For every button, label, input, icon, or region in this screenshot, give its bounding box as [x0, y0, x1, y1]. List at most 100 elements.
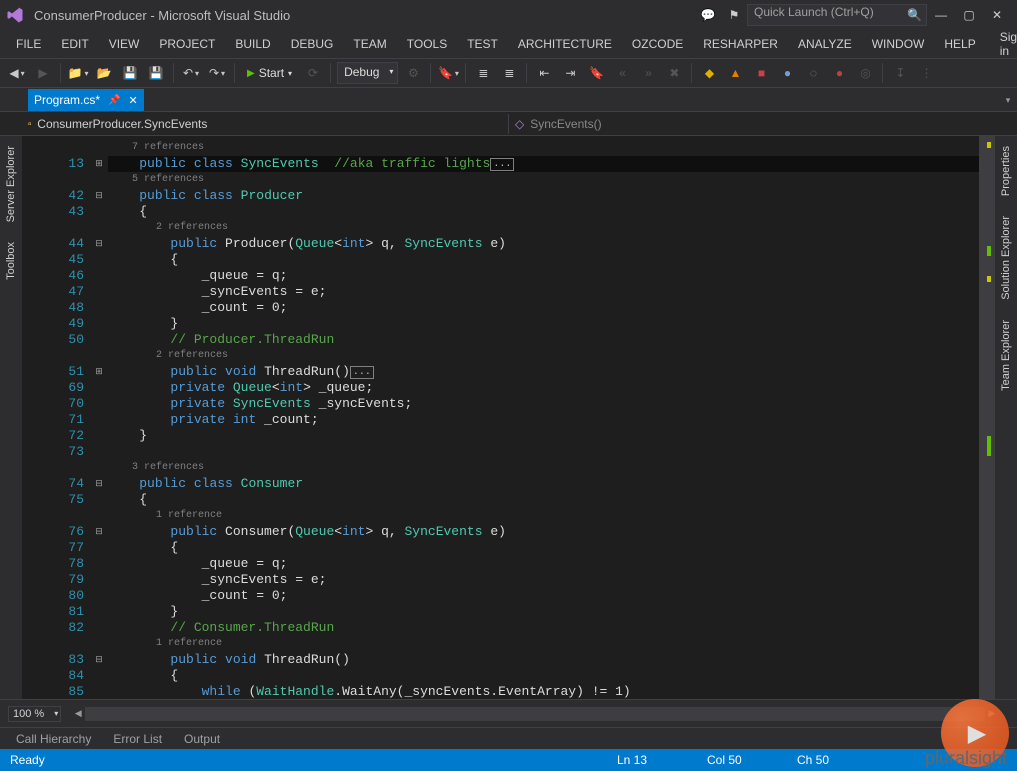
decrease-indent-button[interactable]: ⇤ — [533, 62, 555, 84]
code-viewport[interactable]: 1342434445464748495051697071727374757677… — [22, 136, 995, 699]
code-line[interactable]: public class Consumer — [108, 476, 979, 492]
code-line[interactable]: } — [108, 428, 979, 444]
start-debug-button[interactable]: ▶ Start ▾ — [241, 61, 298, 85]
code-line[interactable]: public class Producer — [108, 188, 979, 204]
rail-properties[interactable]: Properties — [998, 136, 1014, 206]
undo-button[interactable]: ↶ — [180, 62, 202, 84]
code-line[interactable]: public Producer(Queue<int> q, SyncEvents… — [108, 236, 979, 252]
rail-toolbox[interactable]: Toolbox — [3, 232, 19, 290]
bottom-tab-error-list[interactable]: Error List — [103, 730, 172, 748]
bottom-tab-output[interactable]: Output — [174, 730, 230, 748]
code-line[interactable]: private SyncEvents _syncEvents; — [108, 396, 979, 412]
fold-toggle-icon[interactable]: ⊟ — [90, 188, 108, 204]
code-line[interactable]: { — [108, 204, 979, 220]
oz-icon-4[interactable]: ● — [776, 62, 798, 84]
pin-icon[interactable]: 📌 — [108, 95, 120, 106]
increase-indent-button[interactable]: ⇥ — [559, 62, 581, 84]
overview-ruler[interactable] — [979, 136, 995, 699]
zoom-dropdown[interactable]: 100 % — [8, 706, 61, 722]
platform-button[interactable]: ⚙ — [402, 62, 424, 84]
maximize-button[interactable]: ▢ — [955, 4, 983, 26]
code-line[interactable]: public void ThreadRun()... — [108, 364, 979, 380]
fold-toggle-icon[interactable]: ⊟ — [90, 236, 108, 252]
menu-file[interactable]: FILE — [6, 33, 51, 55]
code-line[interactable]: { — [108, 492, 979, 508]
prev-bookmark-button[interactable]: « — [611, 62, 633, 84]
code-line[interactable]: _syncEvents = e; — [108, 284, 979, 300]
codelens-references[interactable]: 2 references — [108, 348, 979, 364]
menu-architecture[interactable]: ARCHITECTURE — [508, 33, 622, 55]
horizontal-scrollbar[interactable]: ◀ ▶ — [71, 706, 999, 722]
rail-team-explorer[interactable]: Team Explorer — [998, 310, 1014, 401]
code-line[interactable]: { — [108, 252, 979, 268]
oz-icon-6[interactable]: ● — [828, 62, 850, 84]
fold-toggle-icon[interactable]: ⊟ — [90, 652, 108, 668]
menu-test[interactable]: TEST — [457, 33, 508, 55]
oz-icon-5[interactable]: ◌ — [802, 62, 824, 84]
oz-icon-7[interactable]: ◎ — [854, 62, 876, 84]
oz-icon-3[interactable]: ■ — [750, 62, 772, 84]
notifications-icon[interactable]: ⚑ — [721, 2, 747, 28]
member-dropdown[interactable]: ◇ SyncEvents() — [509, 113, 995, 135]
fold-toggle-icon[interactable]: ⊟ — [90, 524, 108, 540]
next-bookmark-button[interactable]: » — [637, 62, 659, 84]
menu-team[interactable]: TEAM — [343, 33, 396, 55]
code-line[interactable]: } — [108, 316, 979, 332]
code-line[interactable]: { — [108, 668, 979, 684]
codelens-references[interactable]: 7 references — [108, 140, 979, 156]
menu-build[interactable]: BUILD — [225, 33, 280, 55]
fold-toggle-icon[interactable]: ⊞ — [90, 156, 108, 172]
code-line[interactable]: while (WaitHandle.WaitAny(_syncEvents.Ev… — [108, 684, 979, 699]
code-line[interactable]: // Producer.ThreadRun — [108, 332, 979, 348]
menu-project[interactable]: PROJECT — [149, 33, 225, 55]
active-files-dropdown[interactable]: ▾ — [999, 89, 1017, 111]
comment-button[interactable]: ≣ — [472, 62, 494, 84]
class-dropdown[interactable]: ⬞ ConsumerProducer.SyncEvents — [22, 113, 508, 135]
back-nav-button[interactable]: ◀ — [6, 62, 28, 84]
codelens-references[interactable]: 5 references — [108, 172, 979, 188]
rail-server-explorer[interactable]: Server Explorer — [3, 136, 19, 232]
configuration-dropdown[interactable]: Debug — [337, 62, 398, 84]
code-line[interactable]: _syncEvents = e; — [108, 572, 979, 588]
code-line[interactable]: public Consumer(Queue<int> q, SyncEvents… — [108, 524, 979, 540]
menu-debug[interactable]: DEBUG — [281, 33, 344, 55]
open-file-button[interactable]: 📂 — [93, 62, 115, 84]
document-tab-active[interactable]: Program.cs* 📌 ✕ — [28, 89, 144, 111]
sign-in-link[interactable]: Sign in — [986, 30, 1017, 58]
menu-window[interactable]: WINDOW — [862, 33, 935, 55]
feedback-icon[interactable]: 💬 — [695, 2, 721, 28]
quick-launch-input[interactable]: Quick Launch (Ctrl+Q) 🔍 — [747, 4, 927, 26]
code-line[interactable]: // Consumer.ThreadRun — [108, 620, 979, 636]
code-line[interactable]: } — [108, 604, 979, 620]
clear-bookmarks-button[interactable]: ✖ — [663, 62, 685, 84]
redo-button[interactable]: ↷ — [206, 62, 228, 84]
overflow-icon[interactable]: ⋮ — [915, 62, 937, 84]
code-line[interactable]: public void ThreadRun() — [108, 652, 979, 668]
menu-resharper[interactable]: RESHARPER — [693, 33, 788, 55]
menu-help[interactable]: HELP — [934, 33, 985, 55]
new-project-button[interactable]: 📁 — [67, 62, 89, 84]
close-button[interactable]: ✕ — [983, 4, 1011, 26]
menu-analyze[interactable]: ANALYZE — [788, 33, 862, 55]
menu-edit[interactable]: EDIT — [51, 33, 98, 55]
codelens-references[interactable]: 1 reference — [108, 636, 979, 652]
menu-tools[interactable]: TOOLS — [397, 33, 457, 55]
fold-toggle-icon[interactable]: ⊟ — [90, 476, 108, 492]
code-line[interactable]: _queue = q; — [108, 268, 979, 284]
close-tab-icon[interactable]: ✕ — [128, 94, 137, 107]
save-all-button[interactable]: 💾 — [145, 62, 167, 84]
forward-nav-button[interactable]: ▶ — [32, 62, 54, 84]
code-line[interactable]: public class SyncEvents //aka traffic li… — [108, 156, 979, 172]
fold-toggle-icon[interactable]: ⊞ — [90, 364, 108, 380]
code-line[interactable]: private Queue<int> _queue; — [108, 380, 979, 396]
code-line[interactable]: { — [108, 540, 979, 556]
menu-view[interactable]: VIEW — [99, 33, 150, 55]
codelens-references[interactable]: 2 references — [108, 220, 979, 236]
scroll-track[interactable] — [85, 707, 985, 721]
code-content[interactable]: 7 references public class SyncEvents //a… — [108, 136, 979, 699]
code-editor[interactable]: 1342434445464748495051697071727374757677… — [22, 136, 995, 699]
code-line[interactable]: _count = 0; — [108, 588, 979, 604]
code-line[interactable]: _count = 0; — [108, 300, 979, 316]
codelens-references[interactable]: 1 reference — [108, 508, 979, 524]
rail-solution-explorer[interactable]: Solution Explorer — [998, 206, 1014, 310]
